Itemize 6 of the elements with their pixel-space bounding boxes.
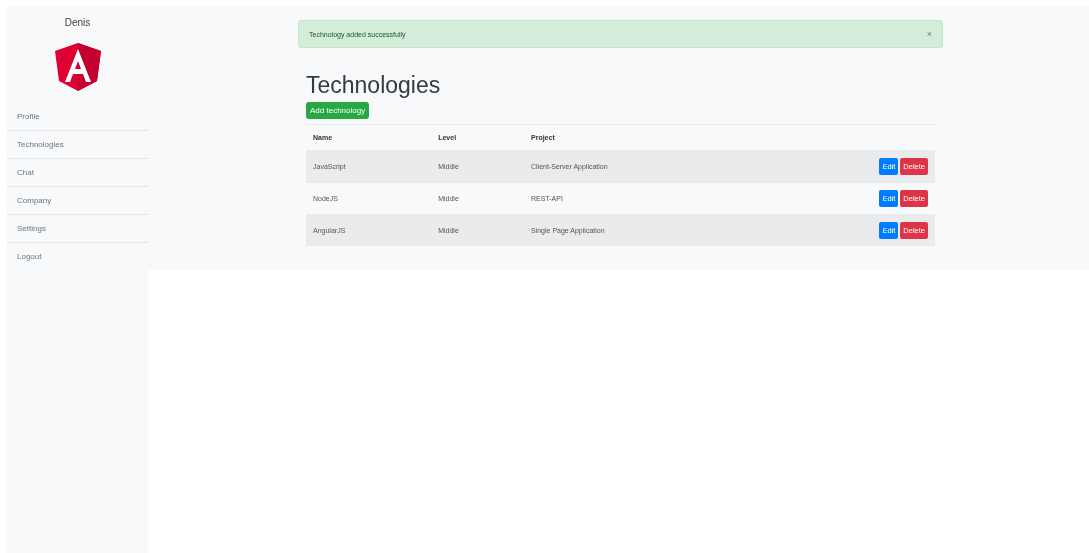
add-technology-button[interactable]: Add technology bbox=[306, 102, 370, 119]
close-button[interactable]: × bbox=[926, 29, 932, 39]
shield-logo-icon bbox=[54, 43, 101, 91]
nav-link[interactable]: Logout bbox=[7, 243, 148, 270]
page-title: Technologies bbox=[306, 72, 442, 98]
user-name: Denis bbox=[63, 16, 92, 30]
